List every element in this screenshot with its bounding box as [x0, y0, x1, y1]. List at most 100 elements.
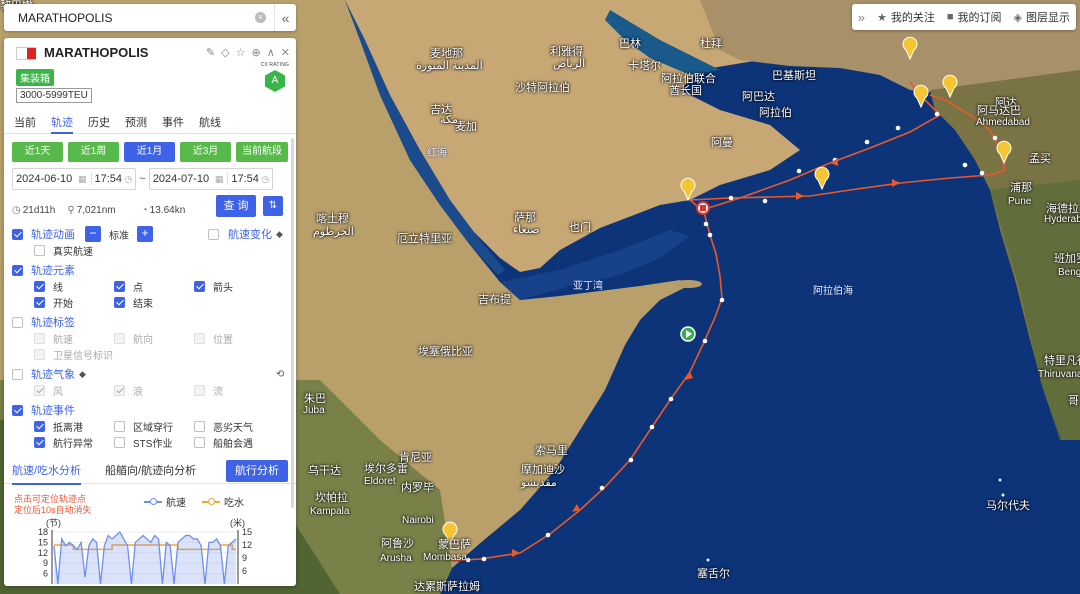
sat-id-checkbox[interactable] [34, 348, 45, 360]
map-place-label: 索马里 [535, 445, 568, 457]
arrow-checkbox[interactable] [194, 280, 205, 292]
query-button[interactable]: 查 询 [216, 195, 256, 217]
real-speed-checkbox[interactable] [34, 244, 45, 256]
range-1m-button[interactable]: 近1月 [124, 142, 175, 162]
track-labels-checkbox[interactable] [12, 316, 23, 328]
track-elements-checkbox[interactable] [12, 264, 23, 276]
layers-icon: ◈ [1013, 11, 1022, 24]
duration-icon: ◷ [12, 204, 21, 216]
map-place-label: Mombasa [423, 552, 467, 563]
label-heading-checkbox[interactable] [114, 332, 125, 344]
map-place-label: 卡塔尔 [628, 60, 661, 72]
tab-route[interactable]: 航线 [199, 112, 221, 133]
range-current-leg-button[interactable]: 当前航段 [236, 142, 288, 162]
current-checkbox[interactable] [194, 384, 205, 396]
legend-speed[interactable]: 航速 [144, 494, 186, 509]
map-place-label: 孟买 [1029, 153, 1051, 165]
speed-change-checkbox[interactable] [208, 228, 219, 240]
collapse-icon[interactable]: ∧ [267, 46, 275, 59]
map-place-label: 摩加迪沙 [521, 464, 565, 476]
region-cross-checkbox[interactable] [114, 420, 125, 432]
teu-badge: 3000-5999TEU [16, 88, 92, 103]
tab-forecast[interactable]: 预测 [125, 112, 147, 133]
map-place-label: Eldoret [364, 476, 396, 487]
tab-events[interactable]: 事件 [162, 112, 184, 133]
eye-icon[interactable]: ◆ [79, 369, 86, 380]
map-place-label: 也门 [569, 222, 591, 234]
track-stats: ◷ 21d11h ⚲ 7,021nm ◔ 13.64kn 查 询 ⇅ [4, 190, 296, 222]
date-range: 2024-06-10 ▦ 17:54 ◷ ~ 2024-07-10 ▦ 17:54 ◷ [4, 162, 296, 190]
point-checkbox[interactable] [114, 280, 125, 292]
start-checkbox[interactable] [34, 296, 45, 308]
range-1d-button[interactable]: 近1天 [12, 142, 63, 162]
my-follows-button[interactable]: ★ 我的关注 [877, 9, 935, 25]
map-place-label: صنعاء [513, 224, 540, 236]
speed-draft-chart[interactable]: 18151296151296 [4, 526, 296, 586]
tab-track[interactable]: 轨迹 [51, 112, 73, 134]
expand-icon[interactable]: » [858, 10, 865, 25]
end-checkbox[interactable] [114, 296, 125, 308]
legend-draft[interactable]: 吃水 [202, 494, 244, 509]
clear-icon[interactable]: × [255, 12, 266, 23]
star-icon: ★ [877, 11, 887, 24]
layer-display-button[interactable]: ◈ 图层显示 [1014, 9, 1070, 25]
bad-weather-checkbox[interactable] [194, 420, 205, 432]
minus-button[interactable]: − [85, 226, 101, 242]
line-checkbox[interactable] [34, 280, 45, 292]
map-place-label: 马尔代夫 [986, 500, 1030, 512]
wind-settings-icon[interactable]: ⟲ [276, 369, 284, 380]
map-place-label: 杜拜 [700, 38, 722, 50]
map-place-label: 坎帕拉 [315, 492, 348, 504]
label-speed-checkbox[interactable] [34, 332, 45, 344]
ship-meet-checkbox[interactable] [194, 436, 205, 448]
distance-value: 7,021nm [76, 204, 116, 216]
start-datetime-field[interactable]: 2024-06-10 ▦ 17:54 ◷ [12, 168, 137, 190]
arrive-port-checkbox[interactable] [34, 420, 45, 432]
flag-icon [16, 47, 36, 60]
my-subscriptions-button[interactable]: ■ 我的订阅 [947, 9, 1002, 25]
favorite-icon[interactable]: ☆ [236, 46, 246, 59]
tab-heading-course[interactable]: 船艏向/航迹向分析 [105, 458, 196, 484]
locate-icon[interactable]: ⊕ [252, 46, 261, 59]
tab-history[interactable]: 历史 [88, 112, 110, 133]
map-place-label: 班加罗 [1054, 253, 1080, 265]
end-datetime-field[interactable]: 2024-07-10 ▦ 17:54 ◷ [148, 168, 274, 190]
weather-checkbox[interactable] [12, 368, 23, 380]
events-checkbox[interactable] [12, 404, 23, 416]
map-place-label: Ahmedabad [976, 117, 1030, 128]
clock-icon: ◷ [261, 173, 270, 184]
map-place-label: Beng [1058, 267, 1080, 278]
calendar-icon: ▦ [214, 173, 224, 184]
range-1w-button[interactable]: 近1周 [68, 142, 119, 162]
label-position-checkbox[interactable] [194, 332, 205, 344]
map-place-label: 沙特阿拉伯 [515, 82, 570, 94]
speed-series-area [54, 532, 236, 584]
ship-header: MARATHOPOLIS ✎ ◇ ☆ ⊕ ∧ ✕ 集装箱 3000-5999TE… [4, 38, 296, 112]
range-3m-button[interactable]: 近3月 [180, 142, 231, 162]
wind-checkbox[interactable] [34, 384, 45, 396]
wave-checkbox[interactable] [114, 384, 125, 396]
map-place-label: 哥 [1068, 395, 1079, 407]
close-icon[interactable]: ✕ [281, 46, 290, 59]
tag-icon[interactable]: ◇ [221, 46, 229, 59]
map-place-label: Arusha [380, 553, 412, 564]
track-anim-checkbox[interactable] [12, 228, 23, 240]
tab-speed-draft[interactable]: 航速/吃水分析 [12, 458, 82, 485]
collapse-panel-icon[interactable]: « [274, 4, 296, 31]
nav-abnormal-checkbox[interactable] [34, 436, 45, 448]
map-place-label: Kampala [310, 506, 350, 517]
swap-button[interactable]: ⇅ [263, 196, 283, 216]
eye-icon[interactable]: ◆ [276, 229, 283, 240]
edit-icon[interactable]: ✎ [206, 46, 215, 59]
plus-button[interactable]: + [137, 226, 153, 242]
search-input[interactable] [4, 10, 255, 25]
map-place-label: 吉布提 [478, 294, 511, 306]
map-sea-label: 亚丁湾 [573, 281, 603, 292]
left-tick-label: 15 [38, 537, 48, 547]
panel-scrollbar[interactable] [291, 138, 294, 508]
sts-checkbox[interactable] [114, 436, 125, 448]
map-place-label: Juba [303, 405, 325, 416]
nav-analysis-button[interactable]: 航行分析 [226, 459, 288, 482]
cii-grade-badge: A [265, 70, 285, 92]
tab-current[interactable]: 当前 [14, 112, 36, 133]
